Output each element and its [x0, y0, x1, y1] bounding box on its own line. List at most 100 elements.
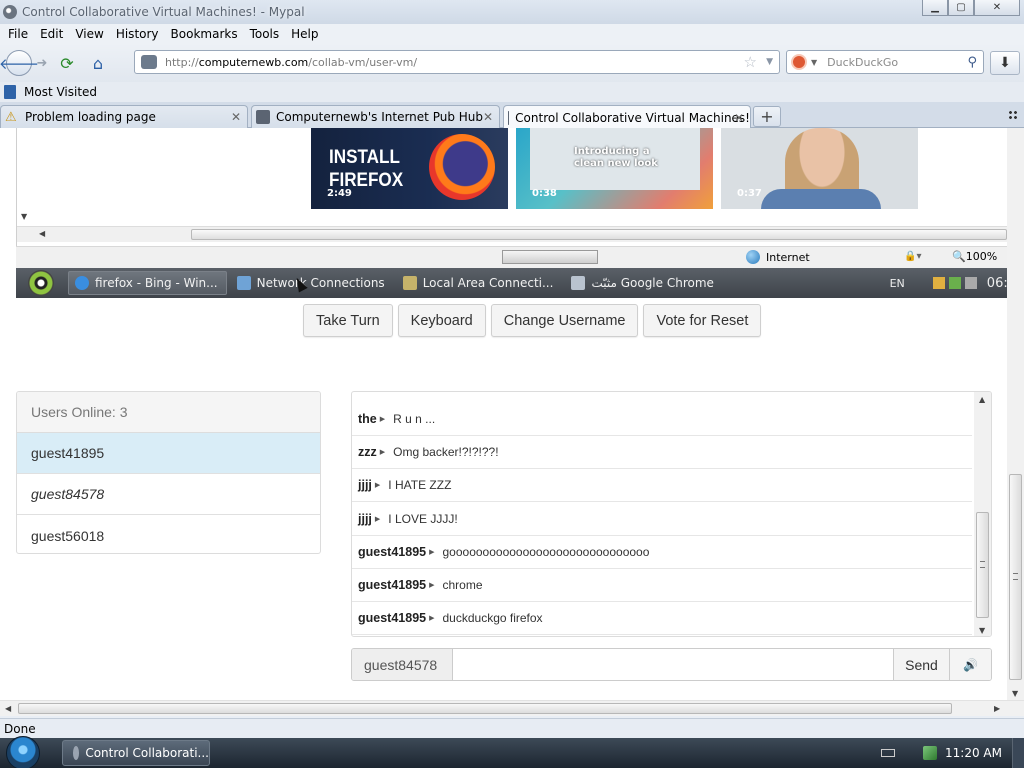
protected-mode-icon[interactable]: 🔒▾ — [904, 251, 921, 262]
scroll-down-arrow-icon[interactable]: ▼ — [979, 626, 985, 635]
tray-pen-icon[interactable] — [932, 277, 945, 289]
vm-task-local-area-connection[interactable]: Local Area Connecti... — [397, 271, 562, 295]
menu-tools[interactable]: Tools — [244, 27, 286, 41]
scroll-left-arrow-icon[interactable]: ◀ — [5, 704, 11, 713]
reload-button[interactable]: ⟳ — [52, 50, 82, 76]
url-bar[interactable]: http://computernewb.com/collab-vm/user-v… — [134, 50, 780, 74]
send-button[interactable]: Send — [893, 649, 949, 680]
menu-file[interactable]: File — [2, 27, 34, 41]
vm-browser-page[interactable]: ▼ INSTALL FIREFOX 2:49 Introducing a cle… — [16, 128, 1007, 246]
bookmark-most-visited[interactable]: Most Visited — [24, 85, 97, 99]
chat-scrollbar[interactable]: ▲ ▼ — [974, 392, 991, 636]
duckduckgo-icon[interactable] — [791, 54, 807, 70]
chat-username: zzz — [358, 444, 377, 459]
download-icon[interactable]: ⬇ — [990, 51, 1020, 75]
user-list-item[interactable]: guest56018 — [17, 515, 320, 553]
tab-groups-icon[interactable] — [1008, 110, 1018, 120]
scroll-right-arrow-icon[interactable]: ▶ — [994, 704, 1000, 713]
scrollbar-thumb[interactable] — [191, 229, 1007, 240]
vote-for-reset-button[interactable]: Vote for Reset — [643, 304, 762, 337]
scrollbar-thumb[interactable] — [18, 703, 952, 714]
vm-display[interactable]: ▼ INSTALL FIREFOX 2:49 Introducing a cle… — [16, 128, 1016, 298]
tab-problem-loading[interactable]: ⚠ Problem loading page ✕ — [0, 105, 248, 128]
scroll-left-arrow-icon[interactable]: ◀ — [39, 229, 45, 238]
site-identity-icon[interactable] — [141, 55, 157, 69]
back-button[interactable]: 🡐 — [0, 50, 39, 76]
chat-username: guest41895 — [358, 577, 427, 592]
caret-icon: ▶ — [429, 548, 435, 556]
tab-close-icon[interactable]: ✕ — [483, 110, 493, 124]
close-button[interactable]: ✕ — [974, 0, 1020, 16]
maximize-button[interactable]: ▢ — [948, 0, 974, 16]
users-online-panel: Users Online: 3 guest41895 guest84578 gu… — [16, 391, 321, 554]
tab-pub-hub[interactable]: Computernewb's Internet Pub Hub ✕ — [251, 105, 500, 128]
search-engine-dropdown-icon[interactable]: ▼ — [811, 58, 817, 67]
tab-label: Control Collaborative Virtual Machines! — [515, 110, 750, 125]
tray-shield-icon[interactable] — [948, 277, 961, 289]
speaker-icon[interactable]: 🔊 — [949, 649, 991, 680]
chat-username: the — [358, 411, 377, 426]
user-list-item[interactable]: guest41895 — [17, 433, 320, 474]
keyboard-icon[interactable] — [881, 749, 896, 757]
scrollbar-thumb[interactable] — [1009, 474, 1022, 680]
menu-bookmarks[interactable]: Bookmarks — [165, 27, 244, 41]
tab-close-icon[interactable]: ✕ — [734, 111, 744, 125]
vm-task-network-connections[interactable]: Network Connections — [231, 271, 393, 295]
vm-zoom-level[interactable]: 🔍100% — [952, 250, 997, 263]
vm-horizontal-scrollbar[interactable]: ◀ — [17, 226, 1007, 242]
caret-icon: ▶ — [374, 515, 381, 523]
tab-close-icon[interactable]: ✕ — [231, 110, 241, 124]
scroll-down-arrow-icon[interactable]: ▼ — [21, 212, 27, 221]
video-thumbnail-new-look[interactable]: Introducing a clean new look 0:38 — [516, 128, 713, 209]
window-controls: ▁ ▢ ✕ — [922, 0, 1020, 16]
menu-edit[interactable]: Edit — [34, 27, 69, 41]
menu-help[interactable]: Help — [285, 27, 324, 41]
search-placeholder: DuckDuckGo — [827, 55, 899, 69]
tray-volume-icon[interactable] — [964, 277, 977, 289]
network-icon — [236, 276, 251, 290]
keyboard-button[interactable]: Keyboard — [397, 304, 486, 337]
chat-message: jjjj ▶ I HATE ZZZ — [352, 468, 972, 502]
chat-input[interactable] — [453, 649, 893, 680]
minimize-button[interactable]: ▁ — [922, 0, 948, 16]
show-desktop-button[interactable] — [1012, 738, 1024, 768]
home-button[interactable]: ⌂ — [82, 50, 114, 76]
warning-icon: ⚠ — [5, 109, 17, 125]
scroll-up-arrow-icon[interactable]: ▲ — [979, 395, 985, 404]
url-dropdown-icon[interactable]: ▼ — [766, 57, 773, 67]
video-thumbnail-install-firefox[interactable]: INSTALL FIREFOX 2:49 — [311, 128, 508, 209]
network-icon[interactable] — [923, 746, 938, 760]
search-icon[interactable]: ⚲ — [967, 55, 977, 70]
menu-history[interactable]: History — [110, 27, 165, 41]
navigation-toolbar: 🡐 ➜ ⟳ ⌂ http://computernewb.com/collab-v… — [0, 44, 1024, 82]
page-horizontal-scrollbar[interactable]: ◀ ▶ — [0, 700, 1024, 716]
user-list-item[interactable]: guest84578 — [17, 474, 320, 515]
page-content: ▼ INSTALL FIREFOX 2:49 Introducing a cle… — [0, 128, 1024, 716]
scroll-down-arrow-icon[interactable]: ▼ — [1012, 689, 1018, 698]
chat-panel: the ▶ R u n ... zzz ▶ Omg backer!?!?!??! jjj… — [351, 391, 992, 637]
bookmark-star-icon[interactable]: ☆ — [744, 53, 757, 71]
video-thumbnail-presenter[interactable]: 0:37 — [721, 128, 918, 209]
take-turn-button[interactable]: Take Turn — [303, 304, 393, 337]
bookmarks-toolbar: Most Visited — [0, 82, 1024, 102]
vm-start-button[interactable] — [28, 270, 54, 296]
firefox-logo-icon — [429, 134, 495, 200]
vm-task-chrome-installer[interactable]: مثبّت Google Chrome — [565, 271, 721, 295]
change-username-button[interactable]: Change Username — [490, 304, 639, 337]
new-tab-button[interactable]: + — [753, 106, 781, 127]
chat-username-label[interactable]: guest84578 — [352, 649, 453, 680]
vm-vertical-scrollbar[interactable]: ▼ — [17, 128, 33, 228]
url-text[interactable]: http://computernewb.com/collab-vm/user-v… — [165, 56, 417, 69]
vm-language-indicator[interactable]: EN — [890, 277, 905, 290]
forward-button[interactable]: ➜ — [32, 50, 52, 76]
page-vertical-scrollbar[interactable]: ▼ — [1007, 128, 1024, 700]
scrollbar-thumb[interactable] — [976, 512, 989, 618]
tab-collab-vm[interactable]: Control Collaborative Virtual Machines! … — [503, 105, 751, 129]
clock[interactable]: 11:20 AM — [945, 746, 1002, 760]
taskbar-item-browser[interactable]: Control Collaborati... — [62, 740, 210, 766]
vm-task-firefox[interactable]: firefox - Bing - Win... — [68, 271, 227, 295]
search-bar[interactable]: ▼ DuckDuckGo ⚲ — [786, 50, 984, 74]
menu-view[interactable]: View — [69, 27, 109, 41]
start-button[interactable] — [6, 736, 40, 768]
chat-message: guest41895 ▶ duckduckgo firefox — [352, 601, 972, 635]
